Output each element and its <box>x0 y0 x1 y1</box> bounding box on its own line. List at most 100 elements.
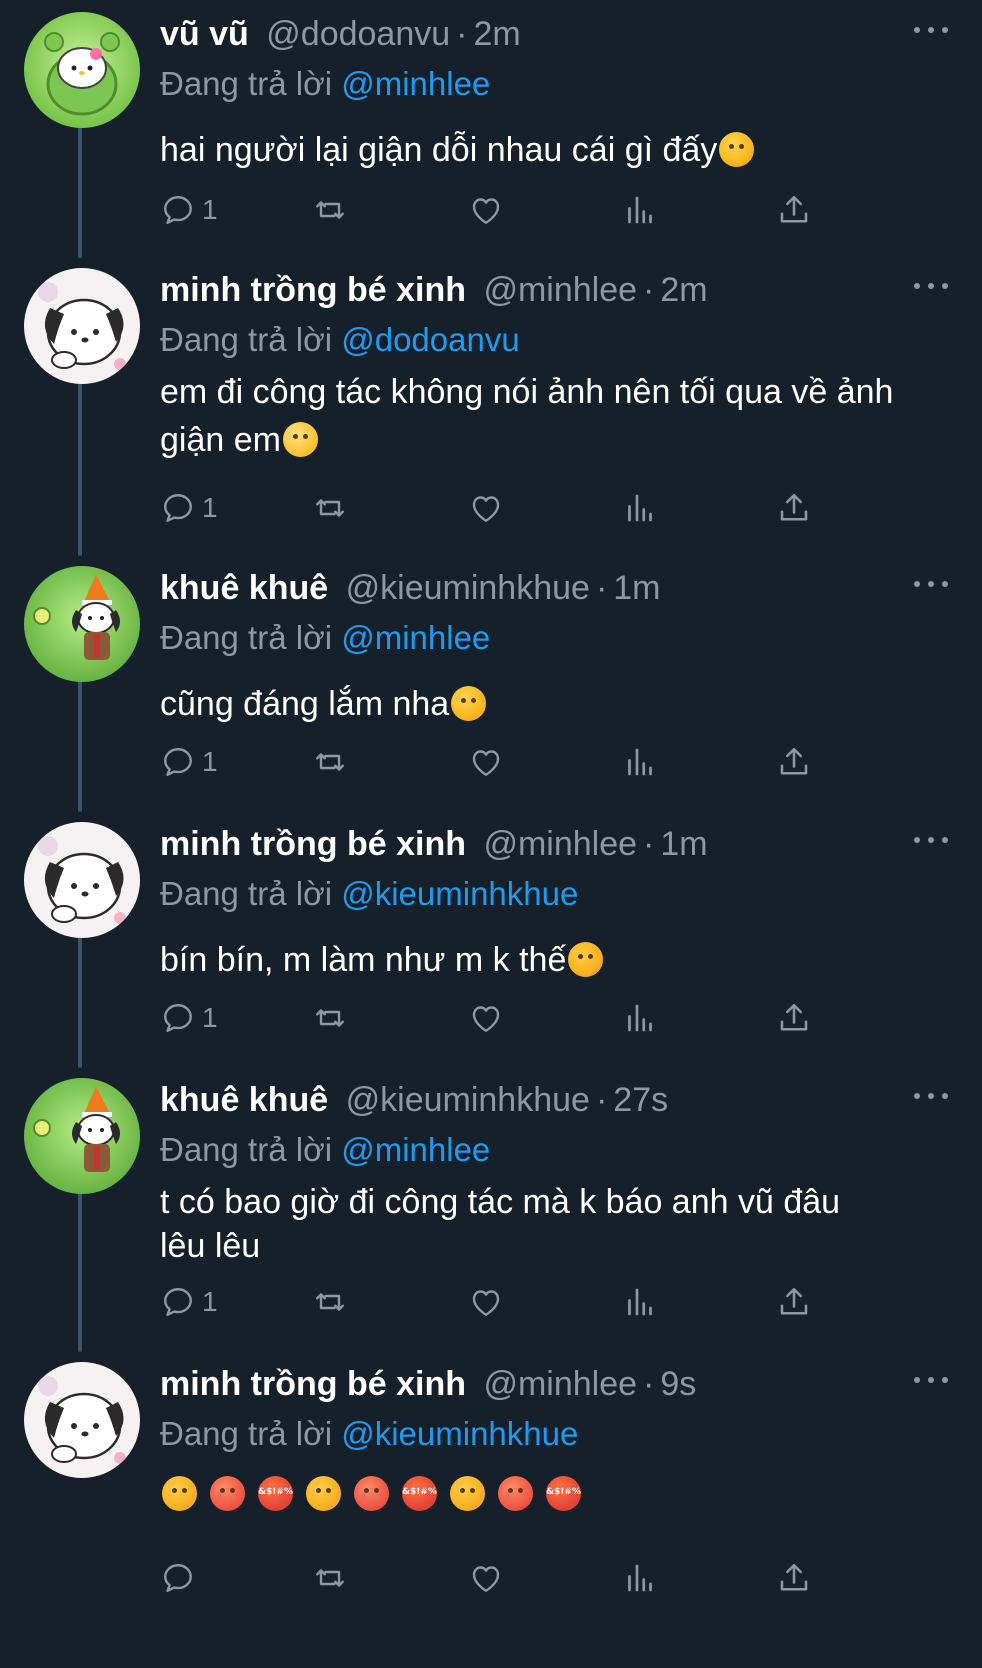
like-button[interactable] <box>468 188 504 232</box>
user-handle[interactable]: @kieuminhkhue <box>346 1081 590 1119</box>
views-button[interactable] <box>622 996 658 1040</box>
separator-dot: · <box>595 1081 608 1119</box>
share-button[interactable] <box>776 188 812 232</box>
mention-link[interactable]: @minhlee <box>341 619 490 656</box>
retweet-button[interactable] <box>312 740 348 784</box>
face-with-symbols-on-mouth-emoji: &$!#% <box>402 1476 437 1511</box>
avatar[interactable] <box>24 566 140 682</box>
pouting-face-emoji <box>498 1476 533 1511</box>
reply-button[interactable]: 1 <box>160 740 218 784</box>
share-button[interactable] <box>776 486 812 530</box>
tweet-text: t có bao giờ đi công tác mà k báo anh vũ… <box>160 1180 952 1268</box>
like-button[interactable] <box>468 1556 504 1600</box>
tweet-actions: 1 <box>160 486 840 530</box>
views-button[interactable] <box>622 1556 658 1600</box>
reply-button[interactable]: 1 <box>160 996 218 1040</box>
like-button[interactable] <box>468 996 504 1040</box>
display-name[interactable]: vũ vũ <box>160 15 249 53</box>
views-icon <box>628 1004 652 1032</box>
replying-to: Đang trả lời @dodoanvu <box>160 318 952 362</box>
reply-button[interactable]: 1 <box>160 486 218 530</box>
tweet-text-content: hai người lại giận dỗi nhau cái gì đấy <box>160 131 718 169</box>
display-name[interactable]: khuê khuê <box>160 1081 328 1119</box>
avatar[interactable] <box>24 822 140 938</box>
reply-button[interactable]: 1 <box>160 1280 218 1324</box>
views-button[interactable] <box>622 1280 658 1324</box>
timestamp[interactable]: 27s <box>613 1081 668 1119</box>
curse-symbols: &$!#% <box>546 1487 581 1497</box>
avatar[interactable] <box>24 12 140 128</box>
timestamp[interactable]: 1m <box>660 825 707 863</box>
tweet[interactable]: minh trồng bé xinh @minhlee · 9s Đang trả … <box>0 1356 982 1668</box>
more-options-icon[interactable] <box>914 830 948 850</box>
mention-link[interactable]: @kieuminhkhue <box>341 875 578 912</box>
views-button[interactable] <box>622 740 658 784</box>
retweet-icon <box>316 1009 344 1027</box>
tweet[interactable]: khuê khuê @kieuminhkhue · 1m Đang trả lời … <box>0 560 982 812</box>
display-name[interactable]: minh trồng bé xinh <box>160 1365 466 1403</box>
pochacco-avatar-image <box>24 268 140 384</box>
display-name[interactable]: minh trồng bé xinh <box>160 271 466 309</box>
display-name[interactable]: minh trồng bé xinh <box>160 825 466 863</box>
pochacco-avatar-image <box>24 1362 140 1478</box>
user-handle[interactable]: @kieuminhkhue <box>346 569 590 607</box>
timestamp[interactable]: 2m <box>473 15 520 53</box>
reply-button[interactable] <box>160 1556 196 1600</box>
separator-dot: · <box>643 271 655 309</box>
tweet-text-content: cũng đáng lắm nha <box>160 685 450 723</box>
user-handle[interactable]: @dodoanvu <box>266 15 450 53</box>
pouting-face-emoji <box>354 1476 389 1511</box>
avatar[interactable] <box>24 1078 140 1194</box>
tweet-text-content: em đi công tác không nói ảnh nên tối qua… <box>160 373 903 459</box>
reply-icon <box>164 1004 192 1032</box>
more-options-icon[interactable] <box>914 20 948 40</box>
avatar[interactable] <box>24 268 140 384</box>
user-handle[interactable]: @minhlee <box>483 825 637 863</box>
display-name[interactable]: khuê khuê <box>160 569 328 607</box>
retweet-button[interactable] <box>312 486 348 530</box>
retweet-button[interactable] <box>312 188 348 232</box>
like-button[interactable] <box>468 740 504 784</box>
views-button[interactable] <box>622 188 658 232</box>
user-handle[interactable]: @minhlee <box>483 271 637 309</box>
curse-symbols: &$!#% <box>258 1487 293 1497</box>
replying-to: Đang trả lời @minhlee <box>160 62 952 106</box>
separator-dot: · <box>456 15 468 53</box>
user-handle[interactable]: @minhlee <box>483 1365 637 1403</box>
angry-face-emoji <box>162 1476 197 1511</box>
reply-count: 1 <box>202 492 218 523</box>
tweet[interactable]: vũ vũ @dodoanvu · 2m Đang trả lời @minhlee… <box>0 6 982 256</box>
mention-link[interactable]: @minhlee <box>341 65 490 102</box>
reply-thread: vũ vũ @dodoanvu · 2m Đang trả lời @minhlee… <box>0 0 982 1668</box>
hello-kitty-avatar-image <box>24 12 140 128</box>
tweet[interactable]: minh trồng bé xinh @minhlee · 2m Đang trả … <box>0 262 982 560</box>
avatar[interactable] <box>24 1362 140 1478</box>
share-button[interactable] <box>776 1280 812 1324</box>
mention-link[interactable]: @kieuminhkhue <box>341 1415 578 1452</box>
views-button[interactable] <box>622 486 658 530</box>
tweet-text: hai người lại giận dỗi nhau cái gì đấy <box>160 126 952 174</box>
timestamp[interactable]: 2m <box>660 271 707 309</box>
retweet-button[interactable] <box>312 1556 348 1600</box>
share-button[interactable] <box>776 1556 812 1600</box>
tweet[interactable]: minh trồng bé xinh @minhlee · 1m Đang trả … <box>0 816 982 1068</box>
timestamp[interactable]: 1m <box>613 569 660 607</box>
retweet-button[interactable] <box>312 996 348 1040</box>
more-options-icon[interactable] <box>914 574 948 594</box>
mention-link[interactable]: @minhlee <box>341 1131 490 1168</box>
retweet-button[interactable] <box>312 1280 348 1324</box>
views-icon <box>628 1288 652 1316</box>
like-button[interactable] <box>468 1280 504 1324</box>
views-icon <box>628 1564 652 1592</box>
tweet[interactable]: khuê khuê @kieuminhkhue · 27s Đang trả lời… <box>0 1072 982 1354</box>
more-options-icon[interactable] <box>914 276 948 296</box>
share-icon <box>780 1563 808 1591</box>
like-button[interactable] <box>468 486 504 530</box>
timestamp[interactable]: 9s <box>660 1365 696 1403</box>
mention-link[interactable]: @dodoanvu <box>341 321 519 358</box>
more-options-icon[interactable] <box>914 1370 948 1390</box>
more-options-icon[interactable] <box>914 1086 948 1106</box>
reply-button[interactable]: 1 <box>160 188 218 232</box>
share-button[interactable] <box>776 996 812 1040</box>
share-button[interactable] <box>776 740 812 784</box>
